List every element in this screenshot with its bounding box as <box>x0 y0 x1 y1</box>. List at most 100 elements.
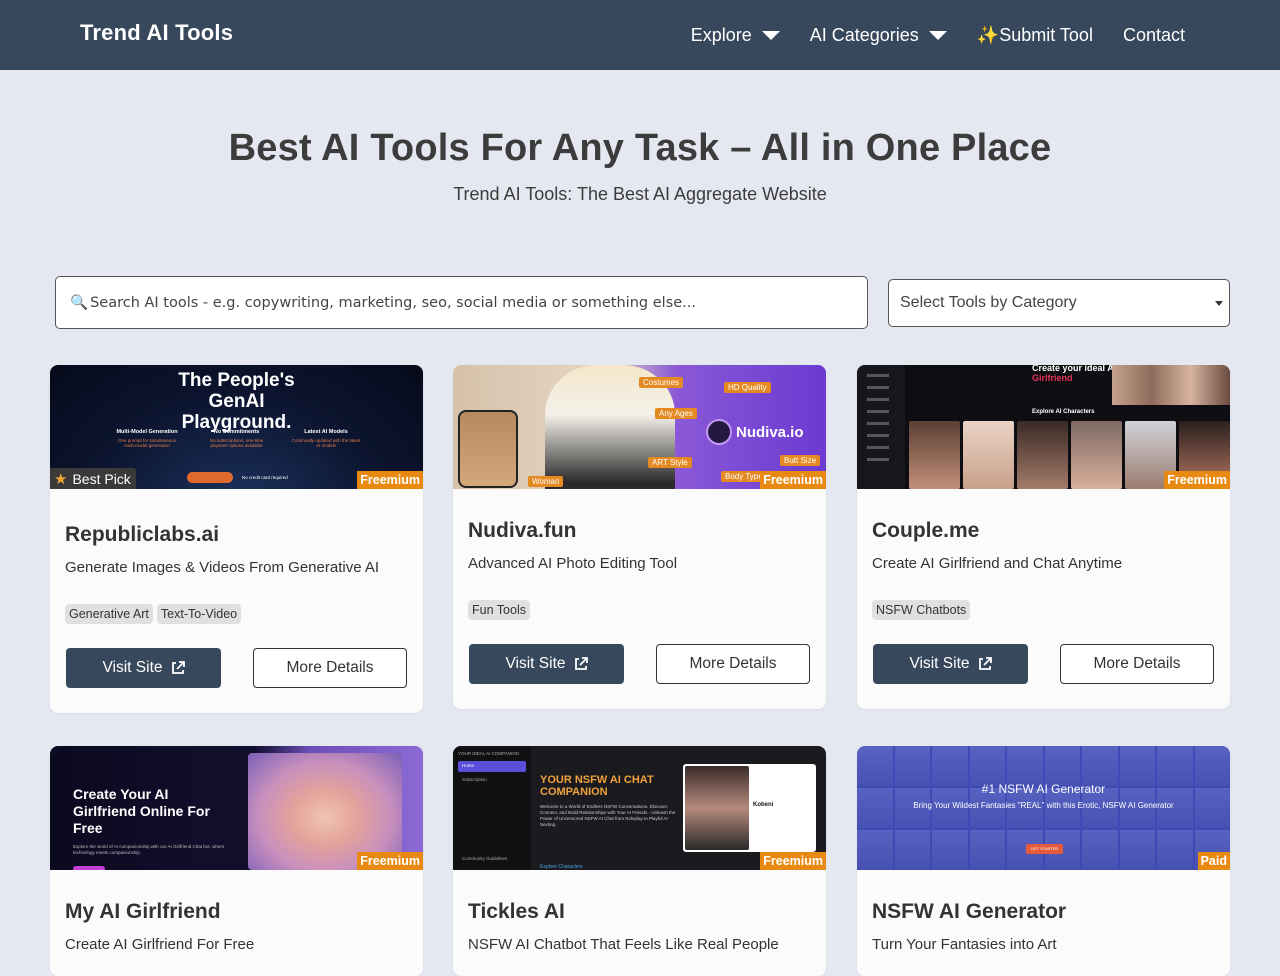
page-title: Best AI Tools For Any Task – All in One … <box>228 127 1052 169</box>
tag-list: Generative Art Text-To-Video <box>65 604 408 624</box>
visit-site-button[interactable]: Visit Site <box>469 644 624 684</box>
card-title[interactable]: Republiclabs.ai <box>65 523 408 547</box>
nav-ai-categories[interactable]: AI Categories <box>810 25 947 46</box>
more-details-button[interactable]: More Details <box>1060 644 1214 684</box>
thumb-label: Costumes <box>639 377 684 388</box>
nav-submit-tool[interactable]: ✨Submit Tool <box>977 25 1093 46</box>
thumb-label: HD Quality <box>724 382 771 393</box>
tool-thumbnail[interactable]: Costumes HD Quality Any Ages ART Style B… <box>453 365 826 489</box>
nav-explore-label: Explore <box>690 24 752 45</box>
tag-list: Fun Tools <box>468 600 811 620</box>
card-title[interactable]: My AI Girlfriend <box>65 900 408 924</box>
search-input[interactable]: 🔍 Search AI tools - e.g. copywriting, ma… <box>55 276 868 329</box>
more-details-button[interactable]: More Details <box>253 648 407 688</box>
thumb-logo: Nudiva.io <box>706 419 804 445</box>
thumb-cta <box>187 472 233 483</box>
thumb-character-name: Kobeni <box>753 802 774 808</box>
card-title[interactable]: Nudiva.fun <box>468 519 811 543</box>
visit-site-button[interactable]: Visit Site <box>873 644 1028 684</box>
chevron-down-icon <box>761 30 780 40</box>
card-description: Advanced AI Photo Editing Tool <box>468 555 678 572</box>
tool-thumbnail[interactable]: Create Your AI Girlfriend Online For Fre… <box>50 746 423 870</box>
thumb-features: Multi-Model Generation One prompt for sim… <box>112 429 361 448</box>
external-link-icon <box>171 661 185 674</box>
pricing-badge: Freemium <box>1164 471 1230 489</box>
tag[interactable]: Generative Art <box>65 604 153 624</box>
nav-links: Explore AI Categories ✨Submit Tool Conta… <box>691 0 1185 70</box>
card-title[interactable]: Tickles AI <box>468 900 811 924</box>
thumb-feature: Multi-Model Generation One prompt for sim… <box>116 429 178 448</box>
thumb-hero-image <box>1112 365 1230 405</box>
nav-ai-categories-label: AI Categories <box>809 24 919 45</box>
card-body: NSFW AI Generator Turn Your Fantasies in… <box>857 900 1230 953</box>
dropdown-caret-icon <box>1215 301 1223 306</box>
thumb-body: Welcome to a World of Endless NSFW Conve… <box>540 804 676 827</box>
pricing-badge: Paid <box>1197 852 1230 870</box>
card-title[interactable]: Couple.me <box>872 519 1215 543</box>
external-link-icon <box>574 657 588 670</box>
card-description: Generate Images & Videos From Generative… <box>65 559 380 576</box>
tag-list: NSFW Chatbots <box>872 600 1215 620</box>
thumb-subtitle: Explore the world of AI companionship wi… <box>73 844 225 855</box>
tool-card: Create Your AI Girlfriend Online For Fre… <box>50 746 423 976</box>
card-description: Create AI Girlfriend For Free <box>65 936 255 953</box>
pricing-badge: Freemium <box>357 471 423 489</box>
thumb-feature: Latest AI Models Continually updated with… <box>291 429 361 448</box>
visit-site-label: Visit Site <box>909 655 970 672</box>
thumb-headline: Create Your AI Girlfriend Online For Fre… <box>73 786 210 836</box>
card-title[interactable]: NSFW AI Generator <box>872 900 1215 924</box>
search-row: 🔍 Search AI tools - e.g. copywriting, ma… <box>55 276 1230 330</box>
thumb-character-image <box>685 766 749 850</box>
tool-card: #1 NSFW AI Generator Bring Your Wildest … <box>857 746 1230 976</box>
thumb-headline: YOUR NSFW AI CHAT COMPANION <box>540 774 654 798</box>
visit-site-button[interactable]: Visit Site <box>66 648 221 688</box>
nudiva-logo-icon <box>706 419 732 445</box>
external-link-icon <box>978 657 992 670</box>
tag[interactable]: Text-To-Video <box>156 604 242 624</box>
hero: Best AI Tools For Any Task – All in One … <box>0 70 1280 205</box>
tool-card: Costumes HD Quality Any Ages ART Style B… <box>453 365 826 709</box>
thumb-sidebar <box>857 365 905 489</box>
nav-contact-label: Contact <box>1122 24 1185 45</box>
tool-thumbnail[interactable]: YOUR IDEAL AI COMPANION Home Subscriptio… <box>453 746 826 870</box>
card-body: My AI Girlfriend Create AI Girlfriend Fo… <box>50 900 423 953</box>
tool-thumbnail[interactable]: The People's GenAI Playground. Multi-Mod… <box>50 365 423 489</box>
tag[interactable]: NSFW Chatbots <box>872 600 971 620</box>
search-placeholder: Search AI tools - e.g. copywriting, mark… <box>90 294 696 311</box>
card-actions: Visit Site More Details <box>468 644 811 709</box>
pricing-badge: Freemium <box>760 471 826 489</box>
thumb-label: Any Ages <box>655 408 697 419</box>
thumb-label: Woman <box>528 476 564 487</box>
star-icon: ★ <box>54 471 68 488</box>
visit-site-label: Visit Site <box>102 659 163 676</box>
thumb-sidebar: YOUR IDEAL AI COMPANION Home Subscriptio… <box>453 746 531 870</box>
card-body: Nudiva.fun Advanced AI Photo Editing Too… <box>453 519 826 709</box>
thumb-phone <box>458 410 518 488</box>
card-description: Create AI Girlfriend and Chat Anytime <box>872 555 1123 572</box>
tool-card: Create your ideal AI Girlfriend Explore A… <box>857 365 1230 709</box>
thumb-subtitle: Bring Your Wildest Fantasies "REAL" with… <box>913 801 1174 810</box>
nav-explore[interactable]: Explore <box>691 25 780 46</box>
card-body: Republiclabs.ai Generate Images & Videos… <box>50 523 423 713</box>
thumb-logo-text: Nudiva.io <box>736 423 804 441</box>
tool-card: YOUR IDEAL AI COMPANION Home Subscriptio… <box>453 746 826 976</box>
best-pick-badge: ★ Best Pick <box>50 468 136 489</box>
thumb-headline: The People's GenAI Playground. <box>178 370 295 433</box>
more-details-button[interactable]: More Details <box>656 644 810 684</box>
brand-logo[interactable]: Trend AI Tools <box>80 20 233 46</box>
page-subtitle: Trend AI Tools: The Best AI Aggregate We… <box>453 184 827 204</box>
category-select[interactable]: Select Tools by Category <box>888 279 1230 327</box>
tag[interactable]: Fun Tools <box>468 600 530 620</box>
tool-thumbnail[interactable]: Create your ideal AI Girlfriend Explore A… <box>857 365 1230 489</box>
visit-site-label: Visit Site <box>505 655 566 672</box>
thumb-label: Butt Size <box>780 455 821 466</box>
nav-contact[interactable]: Contact <box>1123 25 1185 46</box>
magnifier-icon: 🔍 <box>70 295 89 311</box>
card-description: Turn Your Fantasies into Art <box>872 936 1057 953</box>
nav-submit-tool-label: ✨Submit Tool <box>976 24 1093 45</box>
card-actions: Visit Site More Details <box>872 644 1215 709</box>
pricing-badge: Freemium <box>760 852 826 870</box>
card-body: Couple.me Create AI Girlfriend and Chat … <box>857 519 1230 709</box>
thumb-headline: #1 NSFW AI Generator <box>981 782 1106 796</box>
tool-thumbnail[interactable]: #1 NSFW AI Generator Bring Your Wildest … <box>857 746 1230 870</box>
